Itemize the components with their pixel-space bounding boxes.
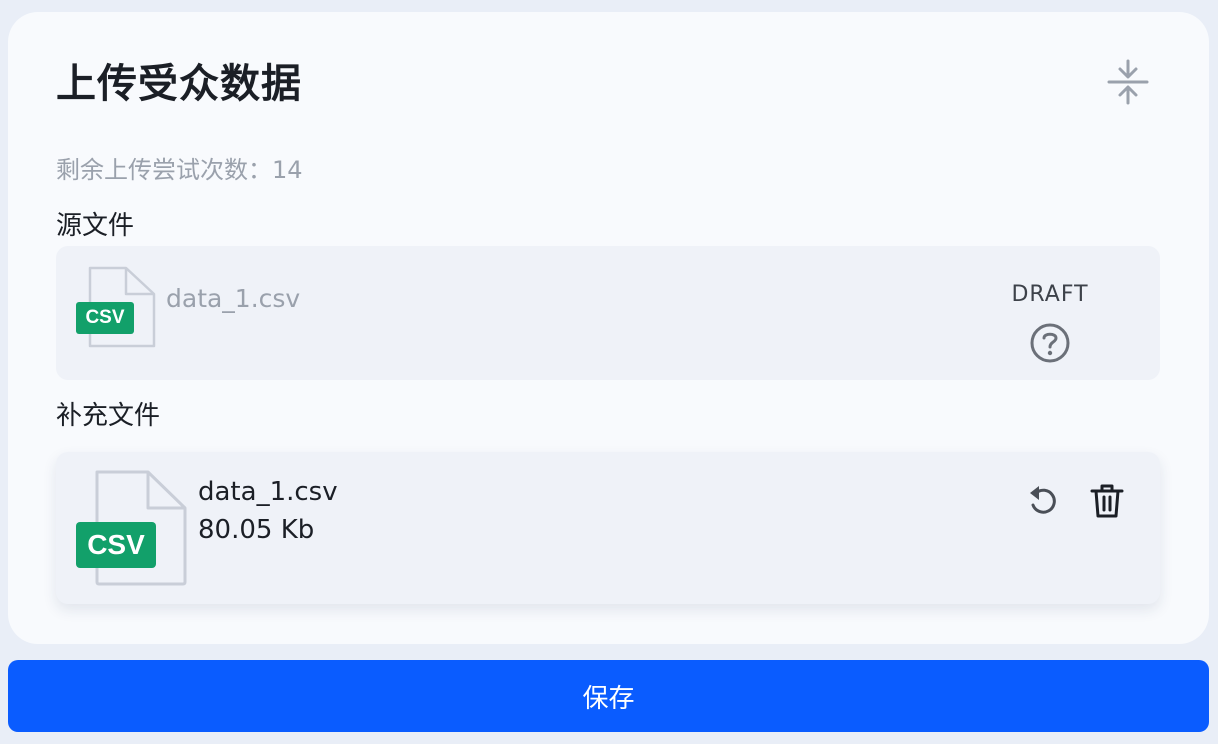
trash-icon xyxy=(1090,483,1124,523)
remaining-attempts: 剩余上传尝试次数：14 xyxy=(56,156,303,184)
question-circle-icon[interactable] xyxy=(1029,322,1071,364)
undo-icon xyxy=(1027,483,1059,523)
csv-file-icon: CSV xyxy=(76,470,188,586)
source-file-status: DRAFT xyxy=(990,280,1110,368)
csv-file-icon: CSV xyxy=(76,266,156,348)
supplementary-file-label: 补充文件 xyxy=(56,401,161,431)
save-button[interactable]: 保存 xyxy=(8,660,1209,732)
delete-button[interactable] xyxy=(1086,482,1128,524)
csv-badge: CSV xyxy=(76,522,156,568)
supplementary-file-card: CSV data_1.csv 80.05 Kb xyxy=(56,452,1160,604)
upload-card: 上传受众数据 剩余上传尝试次数：14 源文件 CSV data_1.csv DR… xyxy=(8,12,1209,644)
page-title: 上传受众数据 xyxy=(56,61,302,107)
collapse-button[interactable] xyxy=(1102,58,1154,110)
collapse-vertical-icon xyxy=(1106,58,1150,110)
csv-badge: CSV xyxy=(76,302,134,334)
source-file-card: CSV data_1.csv DRAFT xyxy=(56,246,1160,380)
supplementary-file-name: data_1.csv xyxy=(198,477,338,507)
status-badge: DRAFT xyxy=(1011,282,1089,307)
undo-button[interactable] xyxy=(1022,482,1064,524)
source-file-label: 源文件 xyxy=(56,211,135,241)
source-file-name: data_1.csv xyxy=(166,284,301,313)
supplementary-file-size: 80.05 Kb xyxy=(198,515,315,545)
